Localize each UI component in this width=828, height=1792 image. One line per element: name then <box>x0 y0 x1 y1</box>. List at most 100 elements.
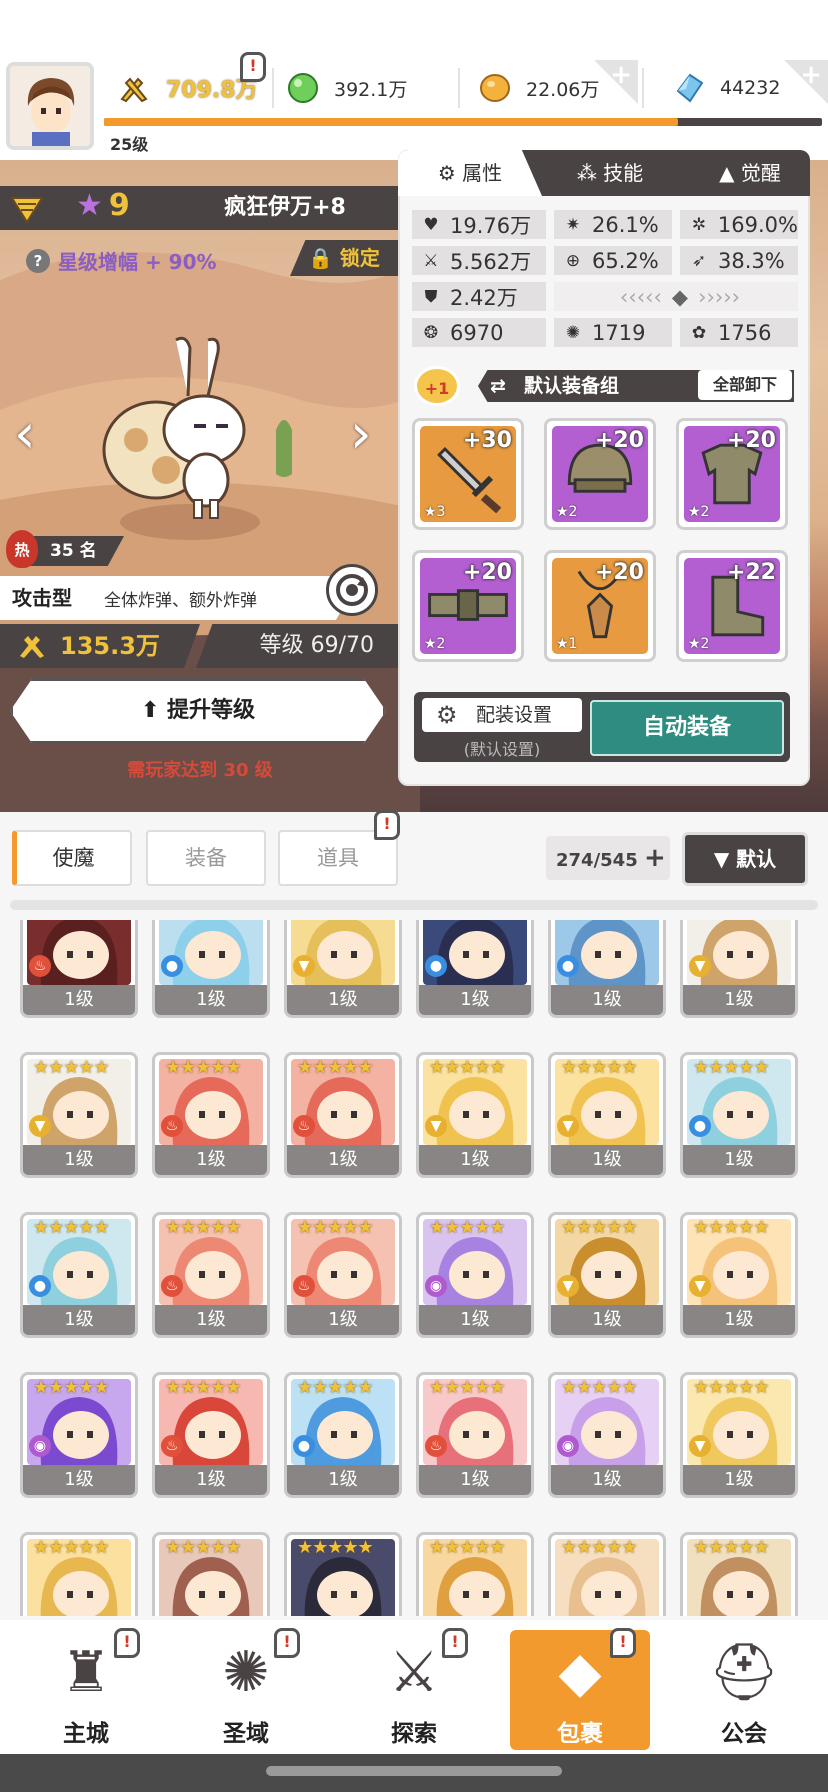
familiar-card[interactable]: ★★★★★●1级 <box>20 1212 138 1338</box>
nav-guild[interactable]: ⛑ 公会 <box>674 1630 814 1750</box>
nav-label: 主城 <box>63 1721 109 1747</box>
nav-label: 圣域 <box>223 1721 269 1747</box>
familiar-card[interactable]: ★★★★★●1级 <box>680 1052 798 1178</box>
item-stars: ★1 <box>556 636 578 652</box>
familiar-level: 1级 <box>23 1145 135 1175</box>
familiar-card[interactable]: ★★★★★●1级 <box>152 920 270 1018</box>
tab-awaken[interactable]: ▲ 觉醒 <box>690 150 810 196</box>
enhance-level: +20 <box>726 428 776 453</box>
equip-slot[interactable]: +20 ★1 <box>544 550 656 662</box>
enhance-level: +22 <box>726 560 776 585</box>
equip-bonus-badge: +1 <box>414 366 460 406</box>
stat-atk: ⚔ 5.562万 <box>412 246 546 275</box>
guild-helmet-icon: ⛑ <box>708 1640 780 1705</box>
home-indicator[interactable] <box>266 1766 562 1776</box>
familiar-card[interactable]: ★★★★★ <box>20 1532 138 1616</box>
equip-slot[interactable]: +20 ★2 <box>676 418 788 530</box>
inventory-count: 274/545 + <box>546 836 670 880</box>
familiar-card[interactable]: ★★★★★♨1级 <box>20 920 138 1018</box>
nav-label: 包裹 <box>557 1721 603 1747</box>
familiar-card[interactable]: ★★★★★ <box>152 1532 270 1616</box>
unequip-all-button[interactable]: 全部卸下 <box>698 370 792 400</box>
next-hero-arrow-icon[interactable]: › <box>350 404 384 464</box>
familiar-card[interactable]: ★★★★★ <box>284 1532 402 1616</box>
tab-equipment[interactable]: 装备 <box>146 830 266 886</box>
sort-button[interactable]: ▼ 默认 <box>682 832 808 886</box>
player-avatar[interactable] <box>6 62 94 150</box>
familiar-card[interactable]: ★★★★★●1级 <box>416 920 534 1018</box>
star-rating-icon: ★★★★★ <box>561 1057 638 1078</box>
familiar-card[interactable]: ★★★★★ <box>548 1532 666 1616</box>
hero-power-icon <box>20 636 44 658</box>
equip-slot[interactable]: +20 ★2 <box>412 550 524 662</box>
familiar-card[interactable]: ★★★★★ <box>680 1532 798 1616</box>
power-icon <box>120 77 148 103</box>
familiar-level: 1级 <box>683 985 795 1015</box>
dark-element-icon: ◉ <box>557 1435 579 1457</box>
star-rating-icon: ★★★★★ <box>165 1217 242 1238</box>
tab-attributes[interactable]: ⚙ 属性 <box>398 150 542 196</box>
water-element-icon: ● <box>689 1115 711 1137</box>
familiar-level: 1级 <box>287 985 399 1015</box>
familiar-card[interactable]: ★★★★★♨1级 <box>284 1212 402 1338</box>
equip-config-button[interactable]: ⚙ 配装设置 <box>422 698 582 732</box>
lock-button[interactable]: 🔒 锁定 <box>290 240 400 276</box>
stat-v2-value: 1719 <box>592 320 646 345</box>
familiar-card[interactable]: ★★★★★ ◉ 1级 <box>416 1212 534 1338</box>
fire-element-icon: ♨ <box>161 1115 183 1137</box>
tab-skills[interactable]: ⁂ 技能 <box>550 150 670 196</box>
diamond-icon: ◆ <box>671 284 689 309</box>
familiar-card[interactable]: ★★★★★ ◉ 1级 <box>20 1372 138 1498</box>
familiar-card[interactable]: ★★★★★♨1级 <box>284 1052 402 1178</box>
familiar-card[interactable]: ★★★★★♨1级 <box>152 1052 270 1178</box>
familiar-level: 1级 <box>155 1465 267 1495</box>
upgrade-label: 提升等级 <box>167 698 256 723</box>
familiar-card[interactable]: ★★★★★ <box>416 1532 534 1616</box>
rotate-view-icon[interactable] <box>326 564 378 616</box>
hero-character-image[interactable] <box>96 330 296 530</box>
familiar-card[interactable]: ★★★★★▼1级 <box>680 1212 798 1338</box>
familiar-card[interactable]: ★★★★★●1级 <box>284 1372 402 1498</box>
equip-slot[interactable]: +22 ★2 <box>676 550 788 662</box>
familiar-level: 1级 <box>155 1145 267 1175</box>
familiar-level: 1级 <box>23 985 135 1015</box>
add-slot-icon[interactable]: + <box>644 843 666 873</box>
item-stars: ★2 <box>688 504 710 520</box>
familiar-card[interactable]: ★★★★★♨1级 <box>152 1372 270 1498</box>
familiar-card[interactable]: ★★★★★▼1级 <box>680 920 798 1018</box>
stat-acc: ⊕ 65.2% <box>554 246 672 275</box>
familiar-level: 1级 <box>551 1145 663 1175</box>
familiar-level: 1级 <box>419 985 531 1015</box>
star-rating-icon: ★★★★★ <box>297 1537 374 1558</box>
nav-sanctum[interactable]: ✺ 圣域! <box>176 1628 316 1750</box>
hero-star-rating: ★ 9 <box>76 188 130 223</box>
familiar-card[interactable]: ★★★★★▼1级 <box>20 1052 138 1178</box>
nav-explore[interactable]: ⚔ 探索! <box>344 1628 484 1750</box>
familiar-card[interactable]: ★★★★★▼1级 <box>548 1212 666 1338</box>
familiar-card[interactable]: ★★★★★♨1级 <box>416 1372 534 1498</box>
nav-bag[interactable]: ◆ 包裹! <box>510 1628 650 1750</box>
fire-element-icon: ♨ <box>161 1435 183 1457</box>
nav-home[interactable]: ♜ 主城! <box>16 1628 156 1750</box>
familiar-card[interactable]: ★★★★★●1级 <box>548 920 666 1018</box>
equip-slot[interactable]: +20 ★2 <box>544 418 656 530</box>
power-alert-icon[interactable]: ! <box>240 52 266 82</box>
upgrade-level-button[interactable]: ⬆ 提升等级 <box>10 678 386 744</box>
familiar-card[interactable]: ★★★★★▼1级 <box>416 1052 534 1178</box>
prev-hero-arrow-icon[interactable]: ‹ <box>14 404 48 464</box>
familiar-card[interactable]: ★★★★★▼1级 <box>680 1372 798 1498</box>
tab-familiars[interactable]: 使魔 <box>12 830 132 886</box>
star-rating-icon: ★★★★★ <box>429 1537 506 1558</box>
water-element-icon: ● <box>425 955 447 977</box>
star-bonus[interactable]: ? 星级增幅 + 90% <box>26 246 217 275</box>
tab-attributes-label: 属性 <box>462 161 503 185</box>
equip-slot[interactable]: +30 ★3 <box>412 418 524 530</box>
familiar-grid: ★★★★★ ♨ 1级 ★★★★★ ● 1级 ★★★★★ ▼ 1级 ★★★★★ ● 1级 ★★★★★ ● 1级… <box>20 920 810 1616</box>
target-icon: ⊕ <box>565 250 581 271</box>
star-rating-icon: ★★★★★ <box>693 1057 770 1078</box>
familiar-card[interactable]: ★★★★★♨1级 <box>152 1212 270 1338</box>
familiar-card[interactable]: ★★★★★▼1级 <box>548 1052 666 1178</box>
familiar-card[interactable]: ★★★★★ ◉ 1级 <box>548 1372 666 1498</box>
auto-equip-button[interactable]: 自动装备 <box>590 700 784 756</box>
familiar-card[interactable]: ★★★★★▼1级 <box>284 920 402 1018</box>
